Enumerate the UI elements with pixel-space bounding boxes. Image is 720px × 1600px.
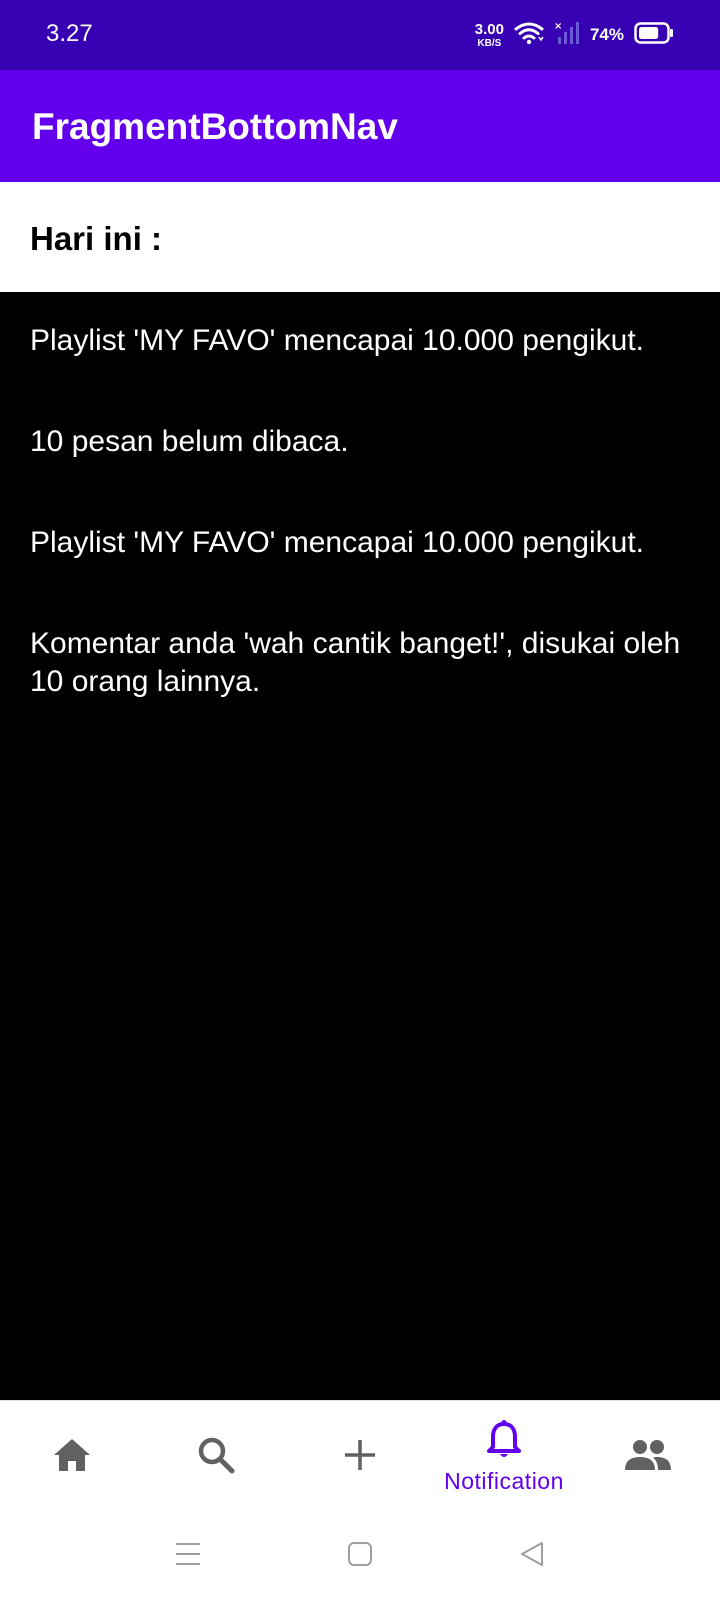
home-icon — [51, 1435, 93, 1480]
add-icon — [342, 1437, 378, 1478]
home-button[interactable] — [338, 1534, 382, 1578]
search-icon — [195, 1434, 237, 1481]
nav-item-people[interactable] — [576, 1401, 720, 1513]
nav-item-notification-label: Notification — [444, 1468, 564, 1494]
people-icon — [624, 1438, 672, 1477]
battery-percent: 74% — [589, 25, 624, 44]
wifi-icon — [514, 21, 544, 50]
nav-item-notification[interactable]: Notification — [432, 1401, 576, 1513]
bottom-navigation: Notification — [0, 1400, 720, 1513]
notification-item[interactable]: Playlist 'MY FAVO' mencapai 10.000 pengi… — [30, 322, 690, 360]
notification-item[interactable]: Komentar anda 'wah cantik banget!', disu… — [30, 625, 690, 701]
status-time: 3.27 — [46, 20, 93, 47]
back-triangle-icon — [518, 1540, 546, 1573]
section-header: Hari ini : — [0, 182, 720, 292]
status-bar: 3.27 3.00 KB/S × 74% — [0, 0, 720, 70]
nav-item-home[interactable] — [0, 1401, 144, 1513]
app-title: FragmentBottomNav — [32, 106, 398, 147]
section-header-label: Hari ini : — [30, 220, 163, 257]
system-navigation-bar — [0, 1512, 720, 1600]
status-icons: 3.00 KB/S × 74% — [475, 18, 674, 52]
network-speed-value: 3.00 — [474, 20, 504, 38]
network-speed-unit: KB/S — [477, 37, 502, 49]
back-button[interactable] — [510, 1534, 554, 1578]
app-bar: FragmentBottomNav — [0, 70, 720, 182]
nav-item-search[interactable] — [144, 1401, 288, 1513]
battery-icon — [634, 21, 674, 49]
cellular-signal-icon: × — [554, 20, 580, 51]
network-speed: 3.00 KB/S — [475, 22, 504, 49]
bell-icon — [485, 1419, 523, 1466]
notification-item[interactable]: 10 pesan belum dibaca. — [30, 423, 690, 461]
notification-item[interactable]: Playlist 'MY FAVO' mencapai 10.000 pengi… — [30, 524, 690, 562]
svg-text:×: × — [554, 21, 562, 32]
nav-item-add[interactable] — [288, 1401, 432, 1513]
menu-icon — [174, 1541, 202, 1572]
menu-button[interactable] — [166, 1534, 210, 1578]
square-icon — [347, 1541, 373, 1572]
screen: 3.27 3.00 KB/S × 74% FragmentBottomNav H… — [0, 0, 720, 1600]
